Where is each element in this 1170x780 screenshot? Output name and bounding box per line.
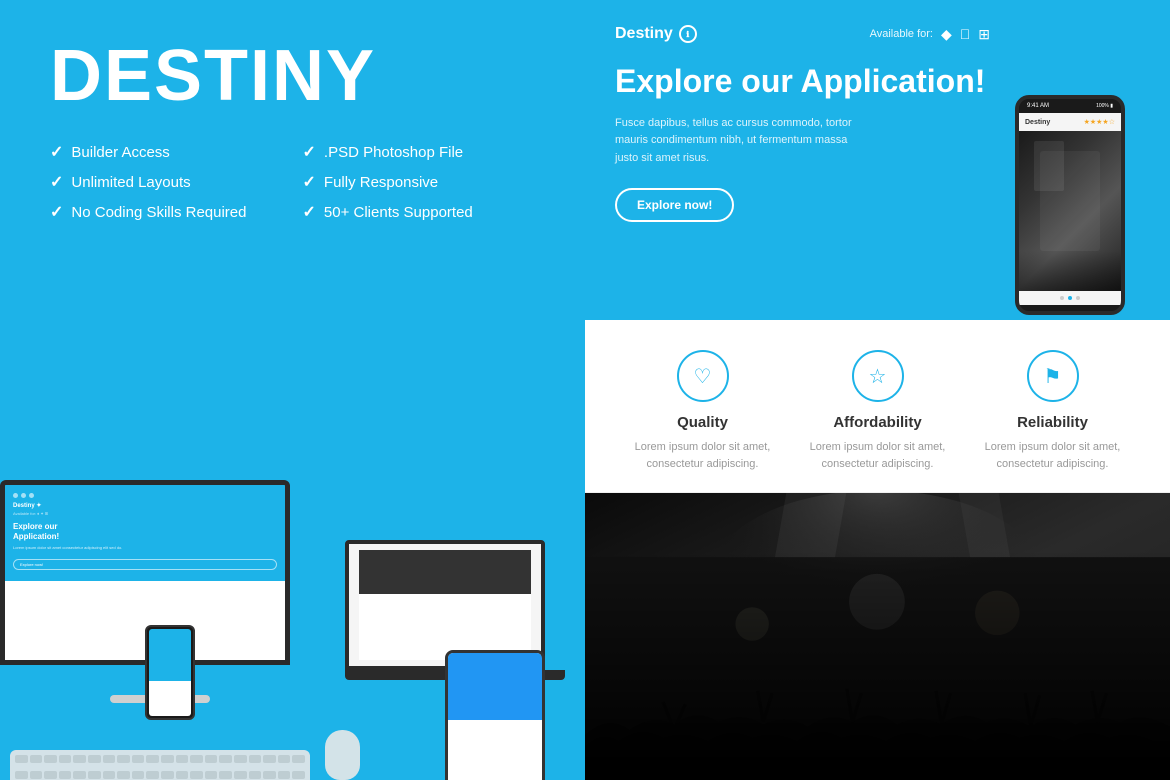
- mouse-mockup: [325, 730, 360, 780]
- mockup-area: Destiny ✦ Available for: ♦ ✦ ⊞ Explore o…: [0, 250, 585, 780]
- dot: [1076, 296, 1080, 300]
- app-navigation: Destiny ℹ Available for: ◆  ⊞: [615, 25, 990, 43]
- check-icon: ✓: [50, 142, 63, 162]
- feature-label: Builder Access: [71, 144, 169, 161]
- concert-background: [585, 493, 1170, 780]
- feature-label: No Coding Skills Required: [71, 204, 246, 221]
- check-icon: ✓: [303, 202, 316, 222]
- feature-label: Unlimited Layouts: [71, 174, 190, 191]
- feature-builder-access: ✓ Builder Access: [50, 142, 283, 162]
- quality-description: Lorem ipsum dolor sit amet, consectetur …: [625, 439, 780, 472]
- phone-right-mockup: 9:41 AM 100% ▮ Destiny ★★★★☆: [1015, 95, 1125, 315]
- right-panel: Destiny ℹ Available for: ◆  ⊞ Explore o…: [585, 0, 1170, 780]
- feature-reliability: ⚑ Reliability Lorem ipsum dolor sit amet…: [965, 350, 1140, 472]
- quality-label: Quality: [625, 414, 780, 431]
- check-icon: ✓: [50, 202, 63, 222]
- feature-unlimited-layouts: ✓ Unlimited Layouts: [50, 172, 283, 192]
- apple-icon: : [960, 26, 971, 42]
- phone-app-title: Destiny: [1025, 119, 1050, 126]
- reliability-icon-circle: ⚑: [1027, 350, 1079, 402]
- check-icon: ✓: [303, 142, 316, 162]
- affordability-description: Lorem ipsum dolor sit amet, consectetur …: [800, 439, 955, 472]
- quality-icon-circle: ♡: [677, 350, 729, 402]
- main-title: DESTINY: [50, 40, 535, 112]
- status-battery: 100% ▮: [1096, 103, 1113, 109]
- heart-icon: ♡: [694, 364, 712, 389]
- feature-label: 50+ Clients Supported: [324, 204, 473, 221]
- phone-app-header: Destiny ★★★★☆: [1019, 113, 1121, 131]
- features-list: ✓ Builder Access ✓ .PSD Photoshop File ✓…: [50, 142, 535, 222]
- reliability-label: Reliability: [975, 414, 1130, 431]
- status-time: 9:41 AM: [1027, 103, 1049, 109]
- left-panel: DESTINY ✓ Builder Access ✓ .PSD Photosho…: [0, 0, 585, 780]
- platform-availability: Available for: ◆  ⊞: [870, 26, 990, 43]
- phone-desk-mockup: [145, 625, 195, 720]
- app-brand: Destiny ℹ: [615, 25, 697, 43]
- features-section: ♡ Quality Lorem ipsum dolor sit amet, co…: [585, 320, 1170, 493]
- reliability-description: Lorem ipsum dolor sit amet, consectetur …: [975, 439, 1130, 472]
- available-label: Available for:: [870, 28, 933, 40]
- phone-carousel-dots: [1019, 291, 1121, 305]
- brand-icon: ℹ: [679, 25, 697, 43]
- feature-quality: ♡ Quality Lorem ipsum dolor sit amet, co…: [615, 350, 790, 472]
- phone-stars: ★★★★☆: [1084, 118, 1115, 126]
- star-icon: ☆: [869, 364, 887, 389]
- feature-psd: ✓ .PSD Photoshop File: [303, 142, 536, 162]
- windows-icon: ⊞: [978, 26, 990, 43]
- check-icon: ✓: [50, 172, 63, 192]
- android-icon: ◆: [941, 26, 952, 43]
- phone-status-bar: 9:41 AM 100% ▮: [1019, 99, 1121, 113]
- info-icon: ℹ: [686, 30, 689, 39]
- feature-affordability: ☆ Affordability Lorem ipsum dolor sit am…: [790, 350, 965, 472]
- keyboard-mockup: [10, 750, 310, 780]
- feature-no-coding: ✓ No Coding Skills Required: [50, 202, 283, 222]
- flag-icon: ⚑: [1044, 364, 1062, 389]
- feature-clients: ✓ 50+ Clients Supported: [303, 202, 536, 222]
- affordability-label: Affordability: [800, 414, 955, 431]
- hero-content: Destiny ℹ Available for: ◆  ⊞ Explore o…: [615, 25, 1000, 295]
- phone-right-area: 9:41 AM 100% ▮ Destiny ★★★★☆: [1000, 25, 1140, 295]
- hero-heading: Explore our Application!: [615, 63, 990, 100]
- feature-label: Fully Responsive: [324, 174, 438, 191]
- check-icon: ✓: [303, 172, 316, 192]
- crowd-gradient-overlay: [585, 550, 1170, 780]
- dot-active: [1068, 296, 1072, 300]
- left-content: DESTINY ✓ Builder Access ✓ .PSD Photosho…: [0, 0, 585, 262]
- tablet-mockup: [445, 650, 545, 780]
- brand-name: Destiny: [615, 25, 673, 43]
- affordability-icon-circle: ☆: [852, 350, 904, 402]
- feature-responsive: ✓ Fully Responsive: [303, 172, 536, 192]
- hero-description: Fusce dapibus, tellus ac cursus commodo,…: [615, 115, 855, 168]
- feature-label: .PSD Photoshop File: [324, 144, 463, 161]
- explore-button[interactable]: Explore now!: [615, 188, 734, 222]
- right-hero-section: Destiny ℹ Available for: ◆  ⊞ Explore o…: [585, 0, 1170, 320]
- phone-screen-image: [1019, 131, 1121, 291]
- dot: [1060, 296, 1064, 300]
- concert-image-section: [585, 493, 1170, 780]
